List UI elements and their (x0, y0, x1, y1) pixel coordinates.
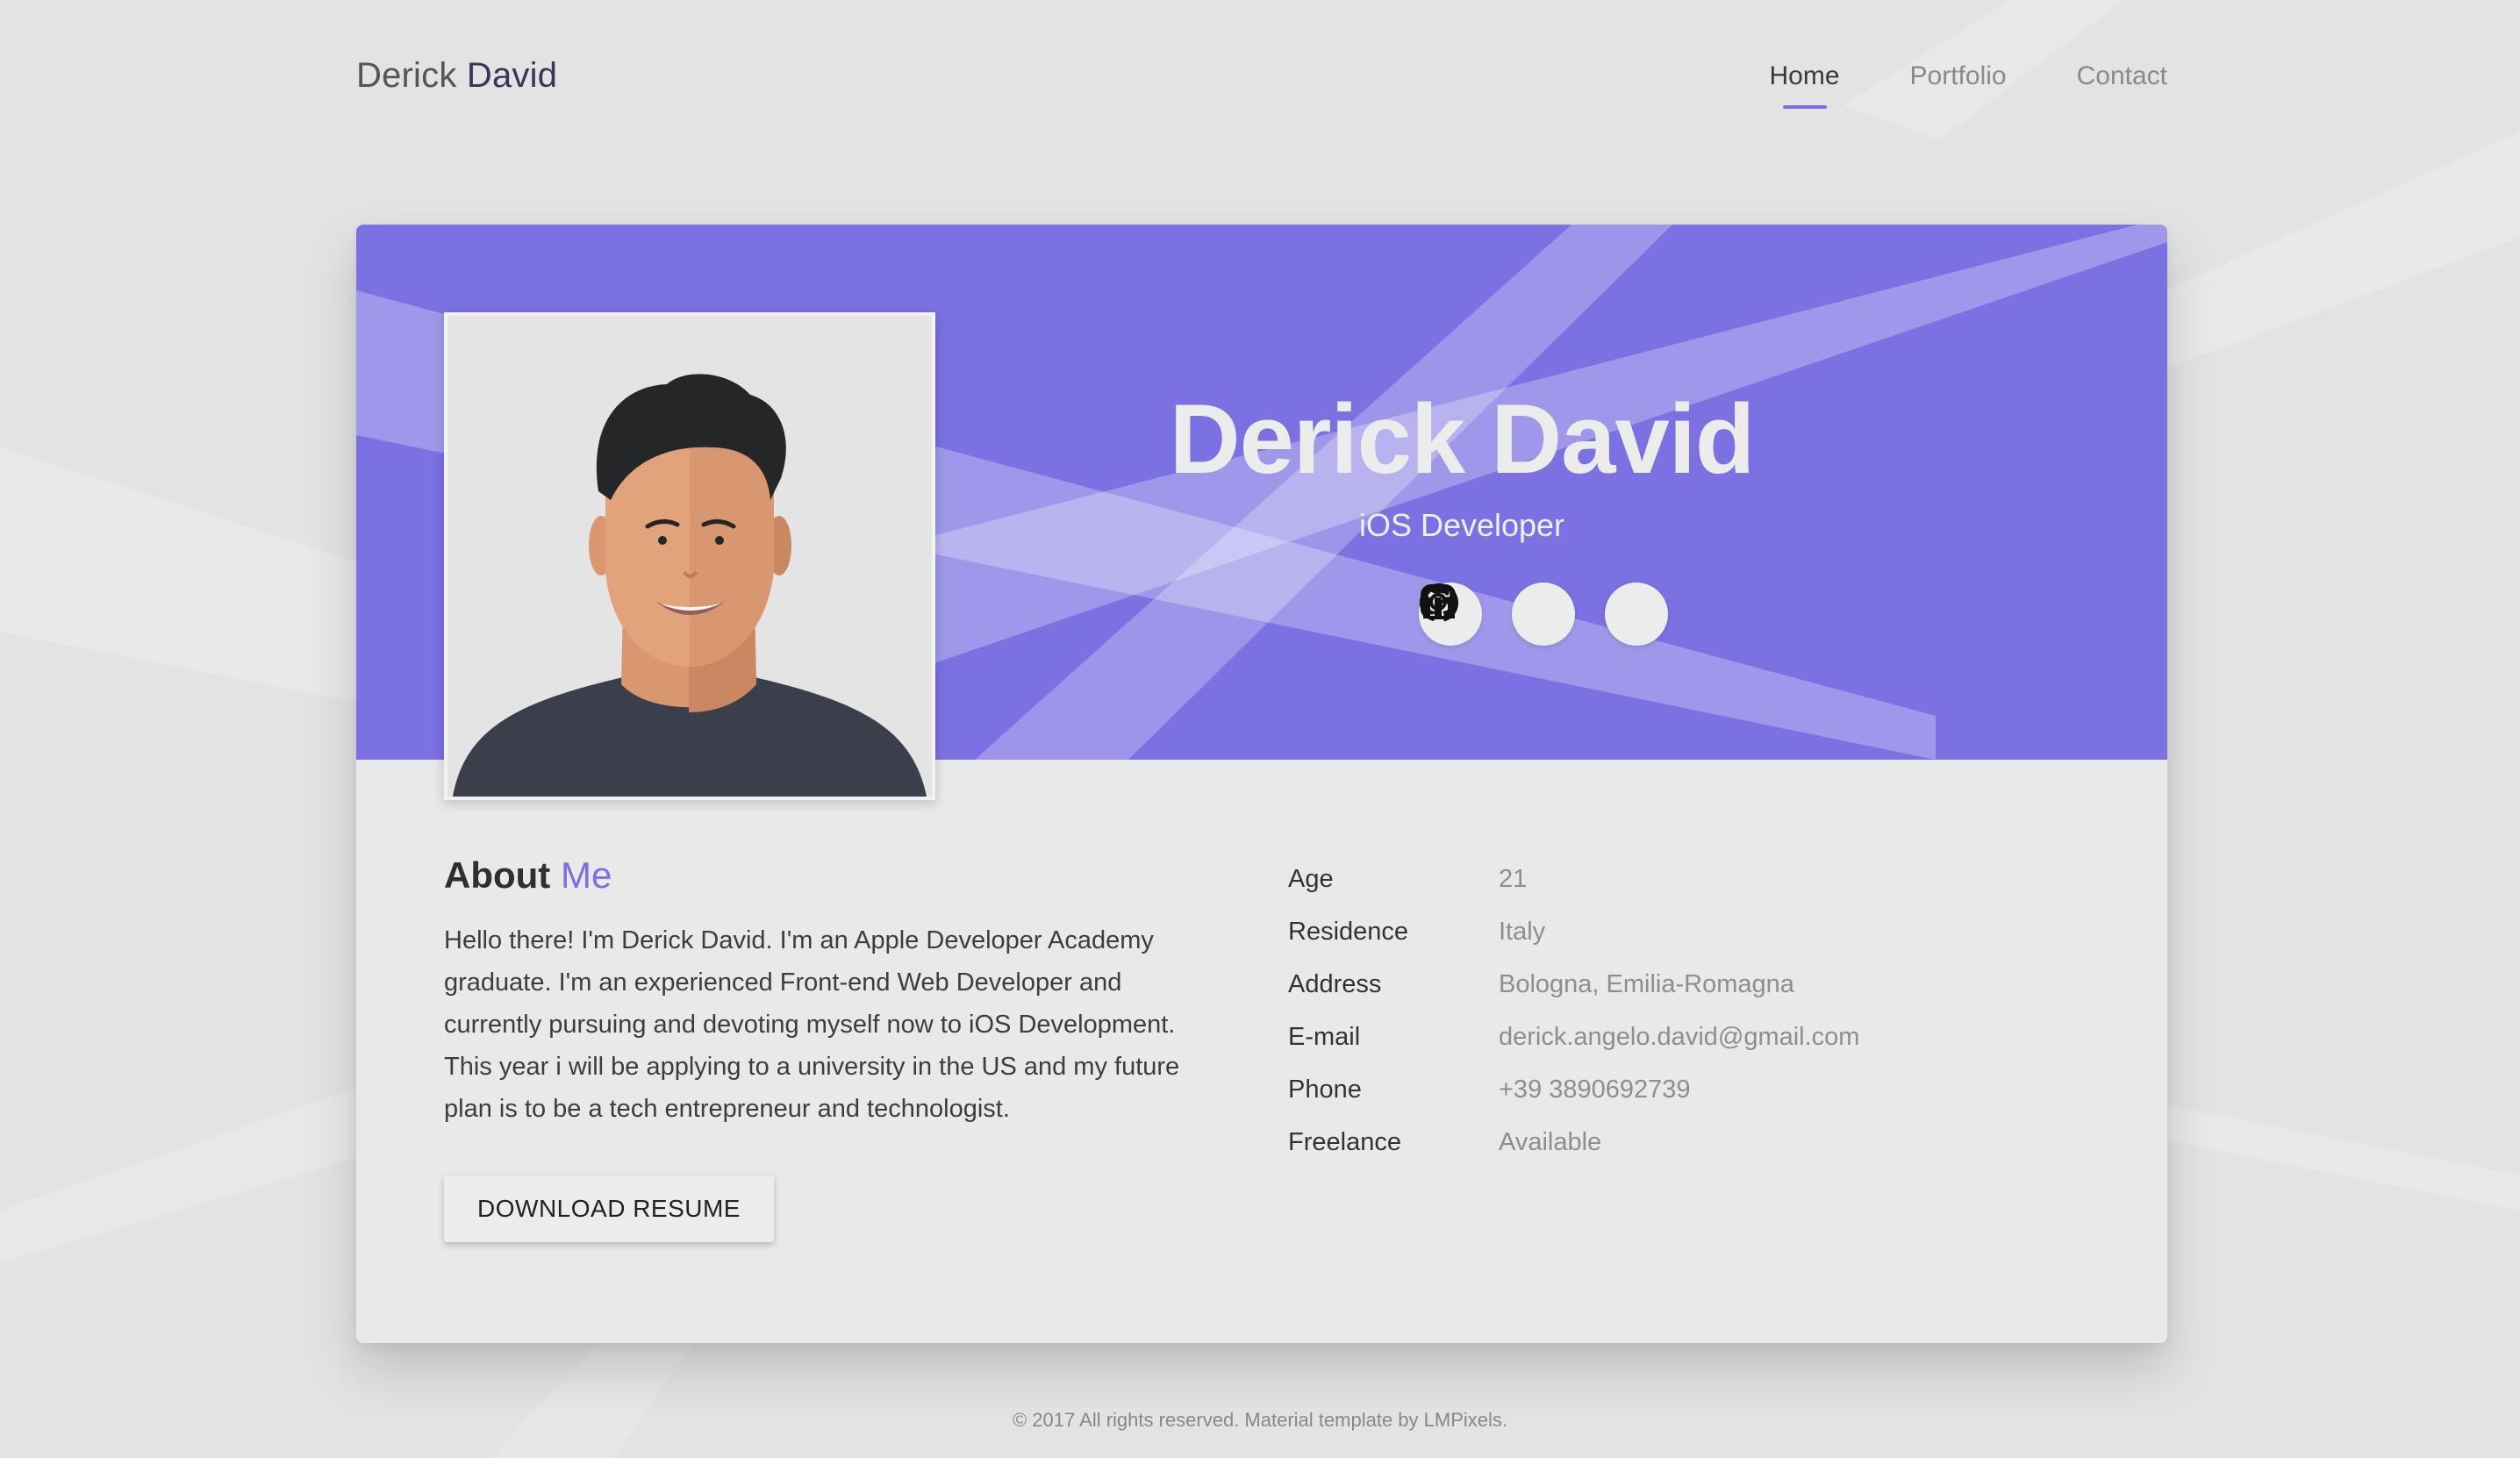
linkedin-icon (1422, 586, 1455, 618)
main-nav: Home Portfolio Contact (1769, 61, 2167, 109)
info-value: +39 3890692739 (1499, 1075, 1691, 1104)
info-row-address: Address Bologna, Emilia-Romagna (1288, 958, 1859, 1011)
info-value: Bologna, Emilia-Romagna (1499, 969, 1794, 998)
active-nav-indicator (1782, 105, 1827, 109)
info-row-age: Age 21 (1288, 853, 1859, 905)
site-logo[interactable]: Derick David (356, 56, 557, 96)
info-row-residence: Residence Italy (1288, 905, 1859, 958)
info-value: 21 (1499, 864, 1528, 893)
github-link[interactable] (1419, 582, 1575, 646)
info-value: Available (1499, 1127, 1602, 1156)
info-row-phone: Phone +39 3890692739 (1288, 1063, 1859, 1116)
nav-portfolio[interactable]: Portfolio (1910, 61, 2007, 91)
profile-card: Derick David iOS Developer About Me Hell… (356, 225, 2167, 1343)
download-resume-button[interactable]: DOWNLOAD RESUME (444, 1176, 774, 1242)
nav-home[interactable]: Home (1769, 61, 1840, 109)
info-label: E-mail (1288, 1022, 1361, 1051)
nav-home-label: Home (1769, 61, 1840, 90)
hero-name: Derick David (1169, 384, 1756, 494)
about-title-main: About (444, 854, 551, 896)
nav-contact-label: Contact (2076, 61, 2167, 90)
info-row-email: E-mail derick.angelo.david@gmail.com (1288, 1011, 1859, 1063)
profile-avatar (444, 312, 935, 800)
nav-portfolio-label: Portfolio (1909, 61, 2007, 90)
personal-info: Age 21 Residence Italy Address Bologna, … (1288, 853, 1859, 1169)
info-label: Freelance (1288, 1127, 1401, 1156)
about-title: About Me (444, 854, 612, 897)
about-text: Hello there! I'm Derick David. I'm an Ap… (444, 926, 1180, 1123)
info-label: Address (1288, 969, 1382, 998)
logo-last-name: David (466, 56, 558, 95)
info-value: derick.angelo.david@gmail.com (1499, 1022, 1860, 1051)
info-label: Phone (1288, 1075, 1362, 1104)
social-links (1419, 582, 1668, 646)
linkedin-link[interactable] (1422, 582, 1668, 646)
info-row-freelance: Freelance Available (1288, 1116, 1859, 1169)
info-value: Italy (1499, 917, 1546, 946)
footer-text: © 2017 All rights reserved. Material tem… (1012, 1409, 1507, 1431)
hero-role: iOS Developer (1358, 507, 1565, 543)
about-title-accent: Me (560, 854, 612, 896)
info-label: Age (1288, 864, 1334, 893)
nav-contact[interactable]: Contact (2077, 61, 2167, 91)
site-header: Derick David Home Portfolio Contact (356, 53, 2167, 123)
logo-first-name: Derick (356, 56, 457, 95)
avatar-illustration (447, 316, 932, 797)
info-label: Residence (1288, 917, 1409, 946)
site-footer: © 2017 All rights reserved. Material tem… (0, 1409, 2520, 1432)
